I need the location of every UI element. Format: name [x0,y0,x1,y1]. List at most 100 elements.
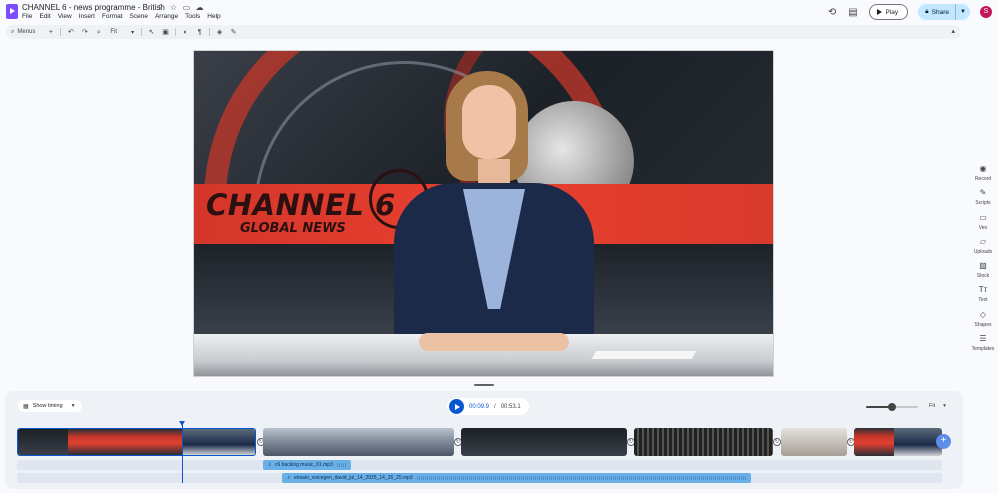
chevron-down-icon: ▾ [131,29,135,36]
timeline-play-button[interactable] [449,399,464,414]
scene-canvas[interactable]: CHANNEL 6 GLOBAL NEWS [193,50,774,377]
music-note-icon: ♪ [287,475,290,481]
sidebar-item-record[interactable]: ◉ Record [968,164,998,188]
audio-clip-voiceover[interactable]: ♪ envato_voicegen_david_jul_14_2025_14_2… [282,473,751,483]
sidebar-item-text[interactable]: Tт Text [968,285,998,309]
zoom-icon[interactable]: ⌕ [94,28,103,37]
border-color-icon[interactable]: ✎ [229,28,238,37]
sidebar-item-templates[interactable]: ☰ Templates [968,334,998,358]
channel-logo-text: CHANNEL 6 [206,188,396,222]
menu-edit[interactable]: Edit [39,13,50,20]
total-time: 00:53.1 [500,403,521,410]
timeline-zoom-value: Fit [929,403,936,409]
redo-icon[interactable]: ↷ [80,28,89,37]
zoom-select[interactable]: Fit ▾ [108,29,136,36]
templates-icon: ☰ [979,334,987,344]
clip-thumbnail [461,428,627,456]
share-button[interactable]: 🔒︎ Share [918,4,956,20]
right-side-panel: ◉ Record ✎ Scripts ▭ Veo ▱ Uploads ▨ Sto… [968,164,998,358]
select-pointer-icon[interactable]: ↖ [147,28,156,37]
play-icon [876,9,882,15]
paint-format-icon[interactable]: ¶ [195,28,204,37]
text-icon: Tт [978,285,988,295]
text-box-icon[interactable]: ▣ [161,28,170,37]
scripts-icon: ✎ [979,188,987,198]
audio-waveform [416,476,747,480]
chevron-down-icon: ▾ [943,403,946,409]
scene-clip[interactable] [263,428,454,456]
undo-icon[interactable]: ↶ [66,28,75,37]
avatar[interactable]: S [980,6,992,18]
sidebar-item-uploads[interactable]: ▱ Uploads [968,237,998,261]
menu-format[interactable]: Format [102,13,123,20]
sidebar-item-label: Text [978,297,988,304]
menu-help[interactable]: Help [207,13,220,20]
menu-view[interactable]: View [58,13,72,20]
channel-logo-number: 6 [374,188,396,222]
timeline-zoom-slider[interactable] [866,403,918,411]
toolbar-divider [209,28,211,36]
menus-search[interactable]: ⌕ Menus [11,29,41,36]
fill-color-icon[interactable]: ◈ [215,28,224,37]
sidebar-item-label: Shapes [974,321,992,328]
time-separator: / [494,403,496,410]
sidebar-item-label: Templates [971,346,995,353]
menu-file[interactable]: File [22,13,32,20]
clip-thumbnail [854,428,894,456]
menu-tools[interactable]: Tools [185,13,200,20]
collapse-toolbar-icon[interactable]: ▴ [951,27,955,35]
timeline-zoom-select[interactable]: Fit ▾ [929,403,946,409]
vids-logo-icon[interactable] [6,4,18,19]
sidebar-item-scripts[interactable]: ✎ Scripts [968,188,998,212]
audio-clip-label: c6 backing music_01.mp3 [275,462,333,468]
timeline-panel: ▦ Show timing ▼ 00:09.9 / 00:53.1 Fit ▾ … [5,391,963,489]
stock-icon: ▨ [979,261,987,271]
scene-clip[interactable] [854,428,942,456]
share-button-label: Share [931,8,949,16]
move-to-folder-icon[interactable]: ⇪ [156,3,165,12]
comments-icon[interactable]: ▤ [848,7,859,18]
version-history-icon[interactable]: ⟲ [827,7,838,18]
sidebar-item-label: Veo [978,224,988,231]
sidebar-item-stock[interactable]: ▨ Stock [968,261,998,285]
show-timing-button[interactable]: ▦ Show timing ▼ [18,400,82,412]
add-icon[interactable]: + [46,28,55,37]
record-icon: ◉ [979,164,987,173]
audio-clip-label: envato_voicegen_david_jul_14_2025_14_26_… [294,475,413,481]
uploads-icon: ▱ [979,236,987,246]
clip-thumbnail [781,428,847,456]
music-note-icon: ♪ [268,462,271,468]
cloud-saved-icon[interactable]: ☁ [195,3,204,12]
title-actions: ⇪ ☆ ▭ ☁ [156,3,204,12]
menu-insert[interactable]: Insert [79,13,95,20]
sidebar-item-shapes[interactable]: ◇ Shapes [968,310,998,334]
scene-clip-selected[interactable] [17,428,256,456]
scene-clip[interactable] [634,428,773,456]
toolbar-divider [175,28,177,36]
clip-thumbnail [68,429,183,455]
sidebar-item-veo[interactable]: ▭ Veo [968,213,998,237]
add-scene-button[interactable]: + [936,434,951,449]
share-dropdown-icon[interactable]: ▼ [956,9,970,15]
playback-controls: 00:09.9 / 00:53.1 [447,398,529,415]
menu-scene[interactable]: Scene [130,13,148,20]
transition-icon[interactable]: ↻ [773,438,781,446]
channel-logo-word: CHANNEL [206,188,365,222]
star-icon[interactable]: ☆ [169,3,178,12]
sidebar-item-label: Scripts [975,200,991,207]
folder-icon[interactable]: ▭ [182,3,191,12]
background-icon[interactable]: ◐ [181,28,190,37]
document-title[interactable]: CHANNEL 6 - news programme - British [22,3,165,12]
show-timing-label: Show timing [32,403,63,409]
zoom-slider-handle[interactable] [888,403,896,411]
audio-clip-music[interactable]: ♪ c6 backing music_01.mp3 [263,460,351,470]
scene-clip[interactable] [781,428,847,456]
menu-arrange[interactable]: Arrange [155,13,178,20]
scene-clip[interactable] [461,428,627,456]
play-button[interactable]: Play [868,4,909,20]
playhead[interactable] [179,421,185,483]
toolbar-divider [141,28,143,36]
clip-thumbnail [894,428,942,456]
resize-handle[interactable] [474,384,494,386]
title-bar: CHANNEL 6 - news programme - British ⇪ ☆… [0,0,998,24]
